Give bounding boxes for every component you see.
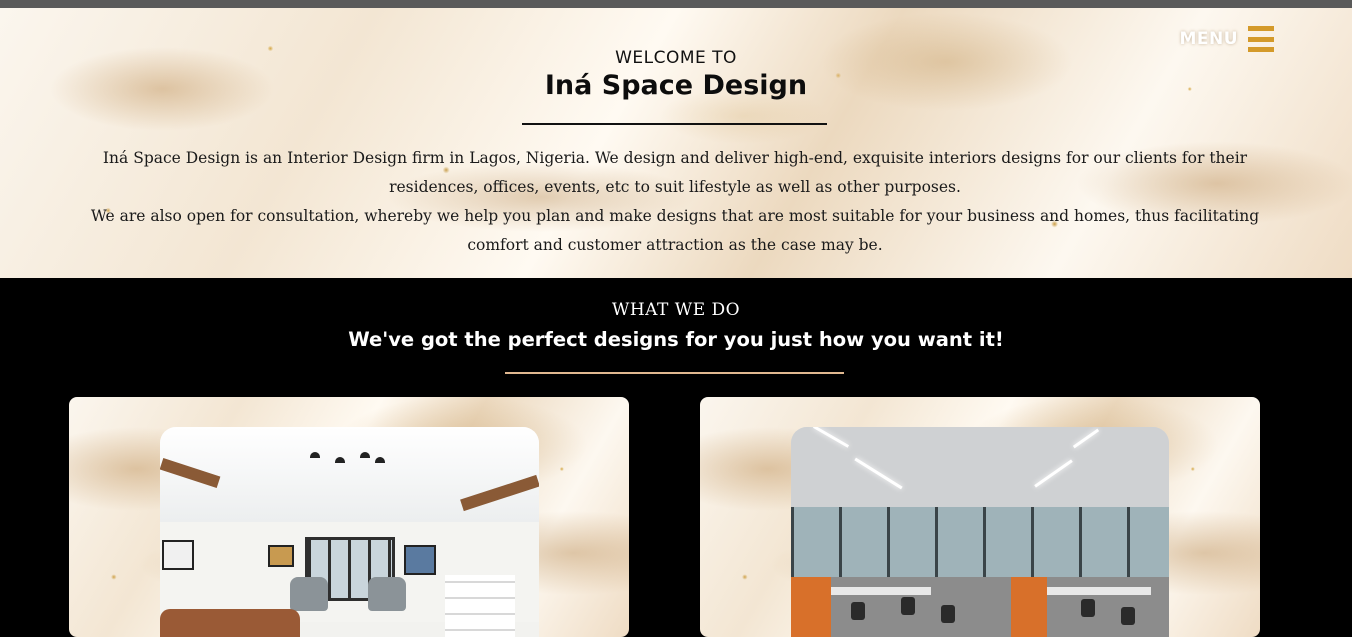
top-strip: [0, 0, 1352, 8]
hero-section: MENU WELCOME TO Iná Space Design Iná Spa…: [0, 8, 1352, 278]
services-divider: [505, 372, 844, 374]
service-card-office[interactable]: [700, 397, 1260, 637]
menu-label: MENU: [1179, 29, 1238, 49]
brand-title: Iná Space Design: [544, 70, 808, 101]
office-image: [791, 427, 1169, 637]
services-tagline: We've got the perfect designs for you ju…: [348, 328, 1004, 351]
intro-paragraph-2: We are also open for consultation, where…: [90, 207, 1260, 254]
welcome-text: WELCOME TO: [615, 48, 737, 68]
title-divider: [522, 123, 827, 125]
service-card-residential[interactable]: [69, 397, 629, 637]
intro-text: Iná Space Design is an Interior Design f…: [78, 144, 1272, 260]
intro-paragraph-1: Iná Space Design is an Interior Design f…: [102, 149, 1248, 196]
services-heading: WHAT WE DO: [611, 300, 741, 320]
living-room-image: [160, 427, 539, 637]
